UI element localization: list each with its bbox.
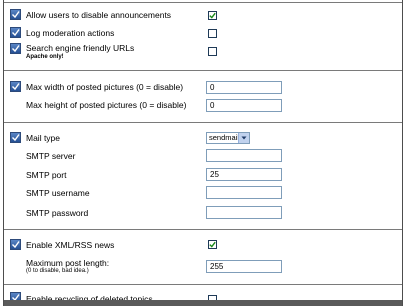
max-width-input[interactable]: 0 [206,81,282,94]
allow-disable-label: Allow users to disable announcements [26,10,172,20]
max-post-length-sublabel: (0 to disable, bad idea.) [26,268,89,274]
smtp-port-label: SMTP port [26,170,67,180]
seo-urls-sublabel: Apache only! [26,54,64,60]
mail-type-value: sendmail [209,133,240,142]
divider [4,70,402,71]
help-icon[interactable] [10,239,21,250]
allow-disable-checkbox[interactable] [208,11,217,20]
xml-rss-checkbox[interactable] [208,240,217,249]
max-width-label: Max width of posted pictures (0 = disabl… [26,82,184,92]
smtp-server-input[interactable] [206,149,282,162]
help-icon[interactable] [10,27,21,38]
mail-type-select[interactable]: sendmail [206,132,250,144]
help-icon[interactable] [10,81,21,92]
seo-urls-label: Search engine friendly URLs [26,43,135,53]
log-moderation-label: Log moderation actions [26,28,115,38]
log-moderation-checkbox[interactable] [208,29,217,38]
divider [4,122,402,123]
smtp-username-input[interactable] [206,186,282,199]
seo-urls-checkbox[interactable] [208,47,217,56]
max-post-length-input[interactable]: 255 [206,260,282,273]
window-bottom-edge [4,300,402,306]
max-height-label: Max height of posted pictures (0 = disab… [26,100,187,110]
smtp-password-input[interactable] [206,206,282,219]
smtp-password-label: SMTP password [26,208,89,218]
chevron-down-icon[interactable] [238,133,249,143]
divider [4,2,402,3]
divider [4,284,402,285]
max-post-length-label: Maximum post length: [26,258,110,268]
settings-panel: Allow users to disable announcements Log… [3,0,403,306]
smtp-server-label: SMTP server [26,151,76,161]
help-icon[interactable] [10,132,21,143]
mail-type-label: Mail type [26,133,61,143]
xml-rss-label: Enable XML/RSS news [26,240,115,250]
divider [4,229,402,230]
max-height-input[interactable]: 0 [206,99,282,112]
help-icon[interactable] [10,9,21,20]
help-icon[interactable] [10,43,21,54]
smtp-username-label: SMTP username [26,188,90,198]
smtp-port-input[interactable]: 25 [206,168,282,181]
